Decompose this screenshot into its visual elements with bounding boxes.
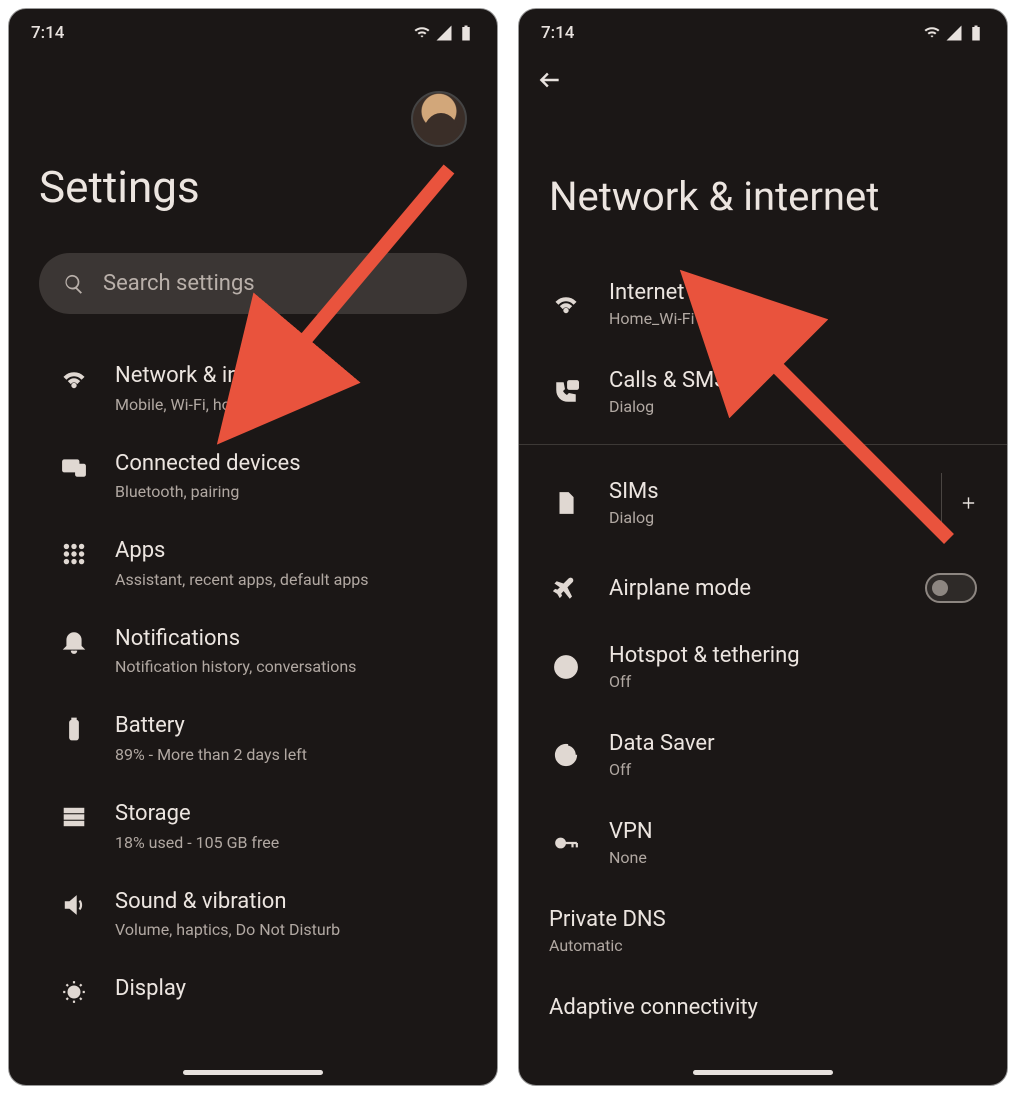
battery-icon — [457, 24, 475, 42]
search-placeholder: Search settings — [103, 271, 255, 296]
net-item-privatedns[interactable]: Private DNS Automatic — [519, 887, 1007, 975]
nav-indicator[interactable] — [693, 1070, 833, 1075]
status-icons — [923, 24, 985, 42]
settings-item-apps[interactable]: Apps Assistant, recent apps, default app… — [9, 519, 497, 607]
hotspot-icon — [553, 654, 579, 680]
settings-item-battery[interactable]: Battery 89% - More than 2 days left — [9, 694, 497, 782]
page-title: Network & internet — [519, 113, 1007, 260]
datasaver-icon — [553, 742, 579, 768]
settings-item-connected[interactable]: Connected devices Bluetooth, pairing — [9, 432, 497, 520]
item-title: Battery — [115, 712, 467, 741]
bell-icon — [61, 629, 87, 655]
status-bar: 7:14 — [519, 9, 1007, 51]
item-sub: Automatic — [549, 936, 977, 955]
item-title: Sound & vibration — [115, 888, 467, 917]
sound-icon — [61, 892, 87, 918]
status-time: 7:14 — [31, 23, 64, 43]
net-item-internet[interactable]: Internet Home_Wi-Fi — [519, 260, 1007, 348]
wifi-icon — [413, 24, 431, 42]
item-sub: Bluetooth, pairing — [115, 482, 467, 501]
add-sim-button[interactable] — [941, 473, 977, 533]
settings-header: Settings — [9, 51, 497, 253]
page-title: Settings — [39, 161, 467, 213]
nav-indicator[interactable] — [183, 1070, 323, 1075]
item-sub: Dialog — [609, 397, 977, 416]
item-title: Apps — [115, 537, 467, 566]
sim-icon — [553, 490, 579, 516]
phone-network: 7:14 Network & internet Internet Home_Wi… — [518, 8, 1008, 1086]
status-bar: 7:14 — [9, 9, 497, 51]
item-title: Storage — [115, 800, 467, 829]
wifi-icon — [553, 291, 579, 317]
item-title: Connected devices — [115, 450, 467, 479]
net-item-vpn[interactable]: VPN None — [519, 799, 1007, 887]
net-item-calls[interactable]: Calls & SMS Dialog — [519, 348, 1007, 436]
plus-icon — [960, 492, 977, 514]
item-sub: Dialog — [609, 508, 915, 527]
status-time: 7:14 — [541, 23, 574, 43]
signal-icon — [945, 24, 963, 42]
item-title: Internet — [609, 280, 977, 305]
settings-item-notifications[interactable]: Notifications Notification history, conv… — [9, 607, 497, 695]
vpn-icon — [553, 830, 579, 856]
apps-icon — [61, 541, 87, 567]
airplane-toggle[interactable] — [925, 573, 977, 603]
item-sub: 89% - More than 2 days left — [115, 745, 467, 764]
item-title: Notifications — [115, 625, 467, 654]
settings-item-sound[interactable]: Sound & vibration Volume, haptics, Do No… — [9, 870, 497, 958]
net-item-airplane[interactable]: Airplane mode — [519, 553, 1007, 623]
item-sub: Assistant, recent apps, default apps — [115, 570, 467, 589]
item-title: Hotspot & tethering — [609, 643, 977, 668]
item-sub: Off — [609, 760, 977, 779]
item-sub: Mobile, Wi-Fi, hotspot — [115, 395, 467, 414]
net-item-hotspot[interactable]: Hotspot & tethering Off — [519, 623, 1007, 711]
airplane-icon — [553, 575, 579, 601]
settings-item-network[interactable]: Network & internet Mobile, Wi-Fi, hotspo… — [9, 344, 497, 432]
item-title: Display — [115, 975, 467, 1004]
search-icon — [63, 273, 85, 295]
item-title: SIMs — [609, 479, 915, 504]
storage-icon — [61, 804, 87, 830]
battery-icon — [967, 24, 985, 42]
item-title: VPN — [609, 819, 977, 844]
profile-avatar[interactable] — [411, 91, 467, 147]
devices-icon — [61, 454, 87, 480]
item-sub: None — [609, 848, 977, 867]
net-item-adaptive[interactable]: Adaptive connectivity — [519, 975, 1007, 1024]
item-title: Data Saver — [609, 731, 977, 756]
item-sub: Home_Wi-Fi — [609, 309, 977, 328]
signal-icon — [435, 24, 453, 42]
item-title: Calls & SMS — [609, 368, 977, 393]
item-title: Private DNS — [549, 907, 977, 932]
net-item-sims[interactable]: SIMs Dialog — [519, 453, 1007, 553]
item-sub: Off — [609, 672, 977, 691]
search-settings[interactable]: Search settings — [39, 253, 467, 314]
arrow-back-icon — [537, 67, 563, 93]
phone-settings: 7:14 Settings Search settings Network & … — [8, 8, 498, 1086]
wifi-icon — [61, 366, 87, 392]
settings-item-storage[interactable]: Storage 18% used - 105 GB free — [9, 782, 497, 870]
brightness-icon — [61, 979, 87, 1005]
status-icons — [413, 24, 475, 42]
item-sub: 18% used - 105 GB free — [115, 833, 467, 852]
divider — [519, 444, 1007, 445]
battery-icon — [61, 716, 87, 742]
phone-sms-icon — [553, 379, 579, 405]
item-title: Adaptive connectivity — [549, 995, 977, 1020]
item-title: Airplane mode — [609, 576, 899, 601]
settings-item-display[interactable]: Display — [9, 957, 497, 1009]
wifi-icon — [923, 24, 941, 42]
back-button[interactable] — [519, 51, 1007, 113]
item-sub: Volume, haptics, Do Not Disturb — [115, 920, 467, 939]
item-sub: Notification history, conversations — [115, 657, 467, 676]
item-title: Network & internet — [115, 362, 467, 391]
net-item-datasaver[interactable]: Data Saver Off — [519, 711, 1007, 799]
